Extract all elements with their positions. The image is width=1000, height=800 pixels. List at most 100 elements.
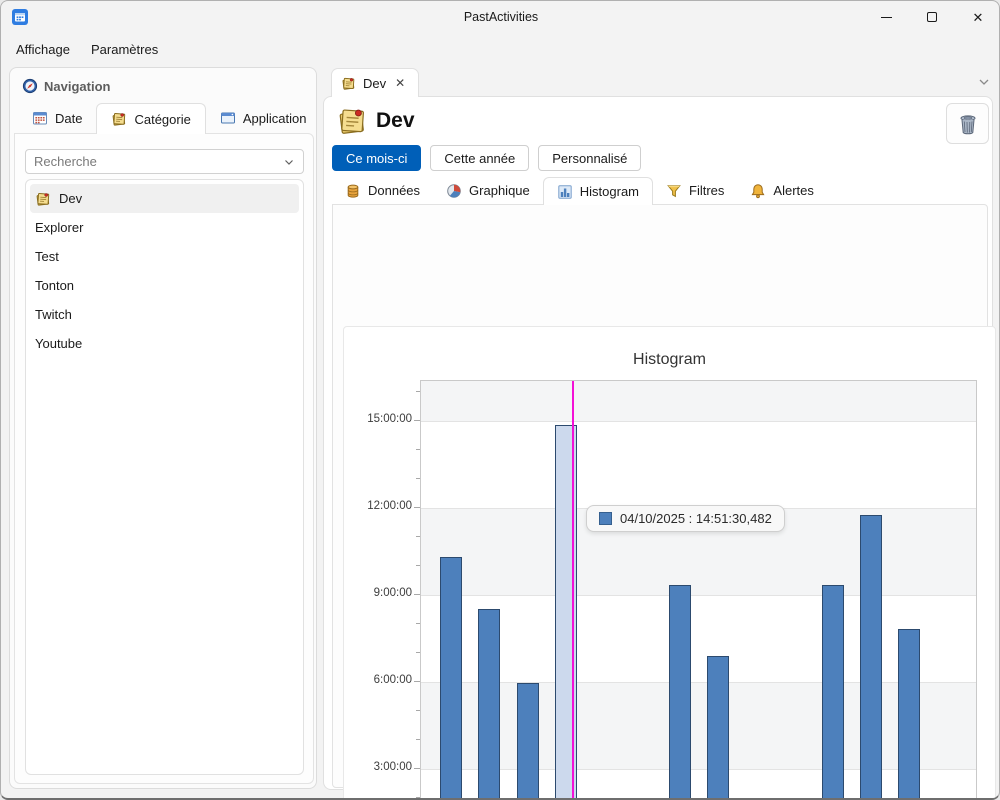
list-item-label: Test [35, 249, 59, 264]
view-tabs: Données Graphique Histogram [332, 177, 827, 204]
tab-categorie[interactable]: Catégorie [96, 103, 205, 134]
crosshair-line [572, 381, 574, 800]
tooltip-series-swatch [599, 512, 612, 525]
plot-band [421, 682, 977, 769]
range-button-this-year[interactable]: Cette année [430, 145, 529, 171]
histogram-bar[interactable] [860, 515, 882, 800]
navigation-tabs: Date Catégorie Application [18, 103, 320, 133]
category-list: Dev Explorer Test Tonton Twitch Youtube [25, 179, 304, 775]
y-axis-tick-label: 9:00:00 [344, 587, 412, 599]
minimize-icon [881, 17, 892, 18]
y-axis-tick-label: 3:00:00 [344, 761, 412, 773]
sticky-note-icon [35, 191, 51, 207]
range-button-this-month[interactable]: Ce mois-ci [332, 145, 421, 171]
histogram-tab-content: Histogram 0:00:003:00:006:00:009:00:0012… [332, 204, 988, 788]
chevron-down-icon[interactable] [283, 156, 295, 168]
histogram-bar[interactable] [440, 557, 462, 800]
y-axis-tick-label: 12:00:00 [344, 500, 412, 512]
y-axis-tick [416, 797, 420, 798]
minimize-button[interactable] [863, 1, 909, 33]
list-item-label: Explorer [35, 220, 83, 235]
chart-card: Histogram 0:00:003:00:006:00:009:00:0012… [343, 326, 996, 800]
y-axis-tick [414, 594, 420, 595]
gridline [421, 769, 977, 770]
tab-filtres[interactable]: Filtres [653, 177, 737, 204]
y-axis-tick [416, 536, 420, 537]
histogram-bar[interactable] [898, 629, 920, 800]
tab-alertes[interactable]: Alertes [737, 177, 826, 204]
menu-item-parametres[interactable]: Paramètres [85, 39, 164, 60]
chart-tooltip: 04/10/2025 : 14:51:30,482 [586, 505, 785, 532]
document-tab-dev[interactable]: Dev ✕ [331, 68, 419, 97]
list-item-youtube[interactable]: Youtube [30, 329, 299, 358]
pie-chart-icon [446, 183, 462, 199]
list-item-dev[interactable]: Dev [30, 184, 299, 213]
histogram-bar[interactable] [669, 585, 691, 800]
date-range-buttons: Ce mois-ci Cette année Personnalisé [332, 145, 641, 171]
y-axis-tick [416, 565, 420, 566]
tab-alertes-label: Alertes [773, 183, 813, 198]
list-item-tonton[interactable]: Tonton [30, 271, 299, 300]
tab-application-label: Application [243, 111, 307, 126]
gridline [421, 421, 977, 422]
y-axis-tick [414, 420, 420, 421]
list-item-label: Dev [59, 191, 82, 206]
funnel-icon [666, 183, 682, 199]
search-input[interactable]: Recherche [25, 149, 304, 174]
plot-band [421, 381, 977, 421]
list-item-label: Twitch [35, 307, 72, 322]
tab-graphique[interactable]: Graphique [433, 177, 543, 204]
maximize-button[interactable] [909, 1, 955, 33]
y-axis-tick-label: 6:00:00 [344, 674, 412, 686]
list-item-explorer[interactable]: Explorer [30, 213, 299, 242]
list-item-label: Youtube [35, 336, 82, 351]
tab-date-label: Date [55, 111, 82, 126]
sticky-note-icon [341, 76, 356, 91]
tab-filtres-label: Filtres [689, 183, 724, 198]
maximize-icon [927, 12, 937, 22]
gridline [421, 595, 977, 596]
y-axis-tick [416, 449, 420, 450]
histogram-bar[interactable] [707, 656, 729, 800]
histogram-bar[interactable] [822, 585, 844, 800]
window-title: PastActivities [1, 10, 1000, 24]
navigation-tab-content: Recherche Dev Explorer Test Tonton T [14, 133, 314, 784]
y-axis-tick [414, 507, 420, 508]
y-axis-tick [416, 652, 420, 653]
y-axis-tick [416, 739, 420, 740]
tooltip-text: 04/10/2025 : 14:51:30,482 [620, 511, 772, 526]
tabstrip-chevron-down-icon[interactable] [975, 73, 993, 91]
list-item-label: Tonton [35, 278, 74, 293]
tab-categorie-label: Catégorie [134, 112, 190, 127]
list-item-test[interactable]: Test [30, 242, 299, 271]
search-placeholder: Recherche [34, 154, 283, 169]
close-button[interactable]: ✕ [955, 1, 1000, 33]
document-tab-label: Dev [363, 76, 386, 91]
tab-graphique-label: Graphique [469, 183, 530, 198]
bar-chart-icon [557, 184, 573, 200]
histogram-bar[interactable] [478, 609, 500, 800]
app-window: PastActivities ✕ Affichage Paramètres Na… [0, 0, 1000, 800]
sticky-note-icon [336, 105, 368, 137]
chart-title: Histogram [344, 351, 995, 369]
y-axis-tick [416, 391, 420, 392]
delete-button[interactable] [946, 103, 989, 144]
tab-donnees-label: Données [368, 183, 420, 198]
list-item-twitch[interactable]: Twitch [30, 300, 299, 329]
tab-donnees[interactable]: Données [332, 177, 433, 204]
menu-item-affichage[interactable]: Affichage [10, 39, 76, 60]
y-axis-tick [414, 681, 420, 682]
navigation-panel: Navigation Date Catégorie [9, 67, 317, 789]
compass-icon [22, 78, 38, 94]
tab-application[interactable]: Application [206, 103, 321, 133]
y-axis-tick [414, 768, 420, 769]
close-icon: ✕ [973, 11, 984, 24]
tab-date[interactable]: Date [18, 103, 96, 133]
tab-histogram[interactable]: Histogram [543, 177, 653, 205]
sticky-note-icon [111, 111, 127, 127]
main-panel: Dev Ce mois-ci Cette année Personnalisé [323, 96, 993, 790]
tab-close-icon[interactable]: ✕ [395, 76, 405, 90]
range-button-custom[interactable]: Personnalisé [538, 145, 641, 171]
histogram-bar[interactable] [517, 683, 539, 800]
database-icon [345, 183, 361, 199]
